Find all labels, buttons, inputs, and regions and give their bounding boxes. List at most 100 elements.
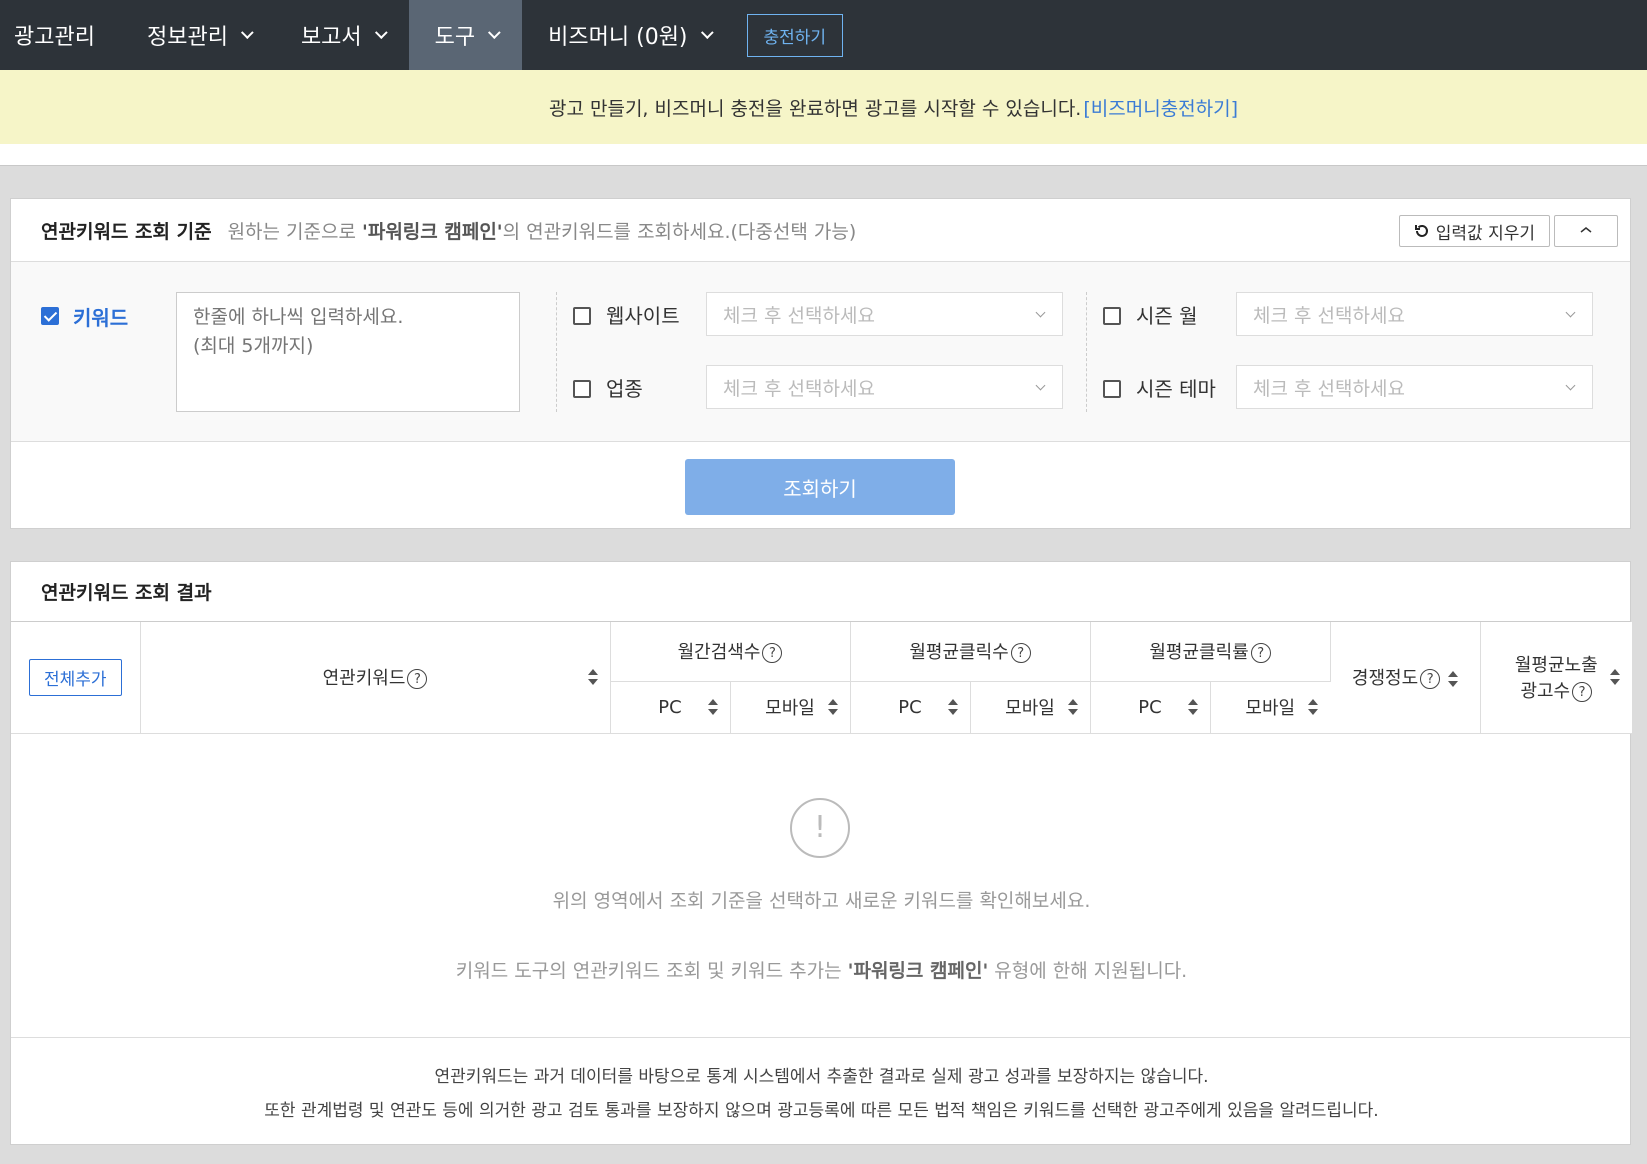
nav-label: 도구 <box>434 25 476 50</box>
results-table: 전체추가 연관키워드? 월간검색수? 월평균클릭수? 월평균클릭률? 경쟁정도?… <box>11 622 1633 734</box>
sort-icon[interactable] <box>587 669 598 686</box>
col-label: PC <box>658 696 682 718</box>
website-label: 웹사이트 <box>606 304 680 328</box>
desc-bold: '파워링크 캠페인' <box>362 220 503 243</box>
sort-icon[interactable] <box>1067 699 1078 715</box>
industry-label: 업종 <box>606 377 643 401</box>
results-panel: 연관키워드 조회 결과 전체추가 연관키워드? 월간검색수? 월평균클릭수? 월… <box>10 561 1633 1145</box>
criteria-title: 연관키워드 조회 기준 <box>41 220 212 243</box>
industry-checkbox[interactable] <box>573 380 591 398</box>
bizmoney-charge-link[interactable]: [비즈머니충전하기] <box>1083 94 1238 121</box>
add-all-button[interactable]: 전체추가 <box>28 658 122 696</box>
exclamation-icon: ! <box>790 797 850 858</box>
notice-banner: 광고 만들기, 비즈머니 충전을 완료하면 광고를 시작할 수 있습니다. [비즈… <box>0 70 1647 144</box>
col-label: 모바일 <box>1245 698 1296 719</box>
chevron-down-icon <box>374 25 388 39</box>
col-label: 모바일 <box>1005 698 1055 719</box>
disclaimer-line-1: 연관키워드는 과거 데이터를 바탕으로 통계 시스템에서 추출한 결과로 실제 … <box>434 1067 1209 1087</box>
sort-icon[interactable] <box>1448 671 1459 688</box>
keyword-checkbox[interactable] <box>41 307 59 325</box>
col-label: 월평균클릭률 <box>1149 642 1249 664</box>
sort-icon[interactable] <box>1610 669 1621 686</box>
msg-prefix: 키워드 도구의 연관키워드 조회 및 키워드 추가는 <box>455 959 848 982</box>
col-clicks-mobile[interactable]: 모바일 <box>970 681 1091 734</box>
col-avg-ctr: 월평균클릭률? <box>1090 622 1331 682</box>
criteria-description: 원하는 기준으로 '파워링크 캠페인'의 연관키워드를 조회하세요.(다중선택 … <box>228 217 857 244</box>
msg-bold: '파워링크 캠페인' <box>847 959 989 982</box>
msg-suffix: 유형에 한해 지원됩니다. <box>988 959 1188 982</box>
criteria-panel: 연관키워드 조회 기준 원하는 기준으로 '파워링크 캠페인'의 연관키워드를 … <box>10 198 1631 529</box>
help-icon[interactable]: ? <box>1010 643 1031 664</box>
chevron-down-icon <box>1565 380 1576 391</box>
criteria-header: 연관키워드 조회 기준 원하는 기준으로 '파워링크 캠페인'의 연관키워드를 … <box>11 199 1630 262</box>
col-ctr-mobile[interactable]: 모바일 <box>1210 681 1331 734</box>
add-all-cell: 전체추가 <box>11 622 141 734</box>
chevron-down-icon <box>1565 307 1576 318</box>
chevron-down-icon <box>488 25 501 39</box>
collapse-button[interactable] <box>1554 215 1618 247</box>
col-avg-ads[interactable]: 월평균노출 광고수? <box>1480 622 1633 734</box>
sort-icon[interactable] <box>1308 699 1319 715</box>
reset-label: 입력값 지우기 <box>1435 223 1535 244</box>
season-month-label: 시즌 월 <box>1136 304 1198 328</box>
col-label: 월평균클릭수 <box>909 642 1009 664</box>
help-icon[interactable]: ? <box>1572 682 1593 703</box>
help-icon[interactable]: ? <box>1420 669 1441 690</box>
col-label: 월간검색수 <box>677 642 761 664</box>
season-theme-checkbox[interactable] <box>1103 380 1121 398</box>
empty-state: ! 위의 영역에서 조회 기준을 선택하고 새로운 키워드를 확인해보세요. 키… <box>11 734 1630 1038</box>
col-search-pc[interactable]: PC <box>610 681 731 734</box>
col-label: PC <box>898 696 922 718</box>
website-select[interactable]: 체크 후 선택하세요 <box>706 292 1063 336</box>
chevron-down-icon <box>1035 380 1046 391</box>
col-clicks-pc[interactable]: PC <box>850 681 971 734</box>
charge-button[interactable]: 충전하기 <box>746 13 844 57</box>
nav-item-bizmoney[interactable]: 비즈머니 (0원) <box>522 0 734 70</box>
divider <box>1086 292 1087 412</box>
help-icon[interactable]: ? <box>1250 643 1271 664</box>
keyword-textarea[interactable] <box>176 292 520 412</box>
desc-prefix: 원하는 기준으로 <box>227 220 363 243</box>
col-label: 연관키워드 <box>322 668 406 690</box>
nav-item-reports[interactable]: 보고서 <box>275 0 409 70</box>
nav-label: 광고관리 <box>14 25 95 50</box>
col-monthly-search: 월간검색수? <box>610 622 851 682</box>
chevron-down-icon <box>1035 307 1046 318</box>
notice-text: 광고 만들기, 비즈머니 충전을 완료하면 광고를 시작할 수 있습니다. <box>548 97 1082 120</box>
nav-label: 정보관리 <box>146 25 228 50</box>
help-icon[interactable]: ? <box>762 643 783 664</box>
season-theme-label: 시즌 테마 <box>1136 377 1216 401</box>
industry-select[interactable]: 체크 후 선택하세요 <box>706 365 1063 409</box>
header-buttons: 입력값 지우기 <box>1398 215 1618 247</box>
col-label: 모바일 <box>765 698 815 719</box>
chevron-up-icon <box>1580 227 1592 233</box>
season-theme-select[interactable]: 체크 후 선택하세요 <box>1236 365 1593 409</box>
nav-item-info-management[interactable]: 정보관리 <box>121 0 275 70</box>
chevron-down-icon <box>240 25 254 39</box>
empty-message-2: 키워드 도구의 연관키워드 조회 및 키워드 추가는 '파워링크 캠페인' 유형… <box>11 956 1632 983</box>
nav-label: 비즈머니 (0원) <box>548 25 688 50</box>
website-checkbox[interactable] <box>573 307 591 325</box>
col-competition[interactable]: 경쟁정도? <box>1330 622 1481 734</box>
search-button[interactable]: 조회하기 <box>685 459 955 515</box>
nav-item-tools[interactable]: 도구 <box>408 0 523 70</box>
divider <box>556 292 557 412</box>
help-icon[interactable]: ? <box>407 669 428 690</box>
season-month-checkbox[interactable] <box>1103 307 1121 325</box>
disclaimer-line-2: 또한 관계법령 및 연관도 등에 의거한 광고 검토 통과를 보장하지 않으며 … <box>264 1101 1379 1121</box>
sort-icon[interactable] <box>947 699 958 715</box>
nav-item-ad-management[interactable]: 광고관리 <box>0 0 121 70</box>
spacer-strip <box>0 144 1647 166</box>
col-search-mobile[interactable]: 모바일 <box>730 681 851 734</box>
col-keyword[interactable]: 연관키워드? <box>140 622 611 734</box>
results-title: 연관키워드 조회 결과 <box>11 562 1630 622</box>
filter-area: 키워드 웹사이트 체크 후 선택하세요 업종 체크 후 선택하세요 시즌 월 체… <box>11 262 1630 442</box>
sort-icon[interactable] <box>707 699 718 715</box>
col-label: 광고수 <box>1520 681 1571 703</box>
refresh-icon <box>1414 224 1428 237</box>
reset-input-button[interactable]: 입력값 지우기 <box>1398 215 1550 247</box>
season-month-select[interactable]: 체크 후 선택하세요 <box>1236 292 1593 336</box>
sort-icon[interactable] <box>827 699 838 715</box>
col-ctr-pc[interactable]: PC <box>1090 681 1211 734</box>
sort-icon[interactable] <box>1187 699 1198 715</box>
